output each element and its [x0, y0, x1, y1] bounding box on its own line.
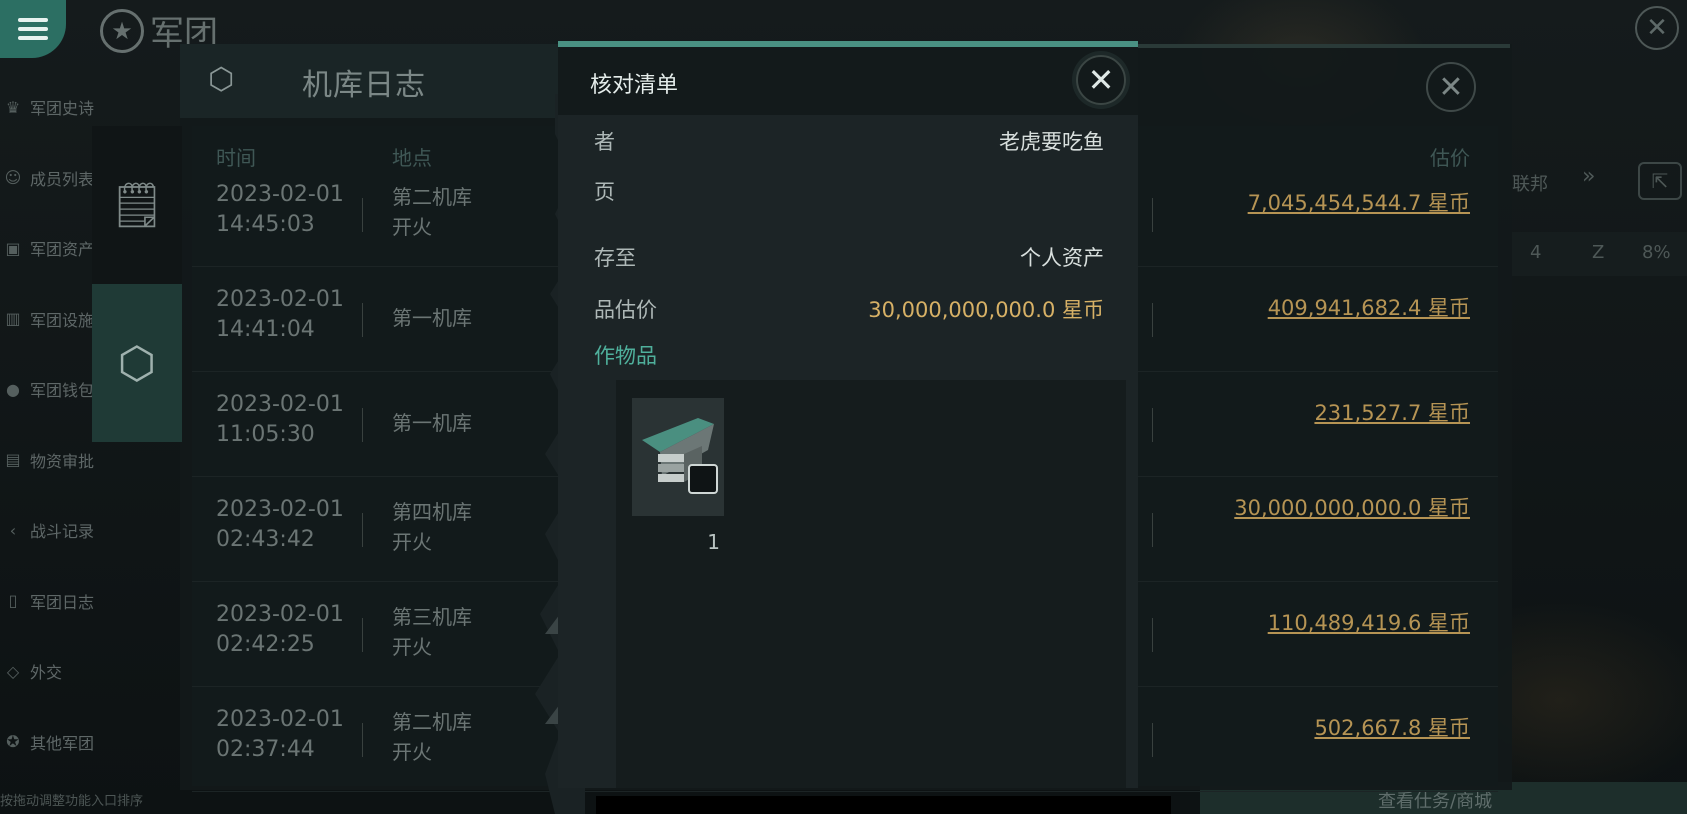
stat-value: Z	[1592, 242, 1605, 263]
row-divider	[1152, 198, 1153, 232]
row-place: 第二机库 开火	[392, 710, 472, 764]
hangar-log-tabs: 🗒 ⬡	[92, 126, 182, 442]
field-value: 老虎要吃鱼	[999, 130, 1104, 154]
stat-value: 8%	[1642, 242, 1671, 263]
field-key: 存至	[594, 246, 636, 270]
row-place: 第二机库 开火	[392, 185, 472, 239]
items-grid: 1	[616, 380, 1126, 788]
crown-icon: ♛	[5, 97, 21, 117]
side-nav-item[interactable]: ▯ 军团日志	[0, 566, 110, 637]
row-price-link[interactable]: 231,527.7 星币	[1314, 398, 1470, 428]
tab-settings-log[interactable]: 🗒	[92, 126, 182, 284]
ship-type-badge-icon	[688, 464, 718, 494]
row-place: 第一机库	[392, 306, 472, 330]
row-time: 2023-02-01 11:05:30	[216, 392, 344, 447]
hamburger-icon	[18, 18, 48, 40]
reorder-hint: 按拖动调整功能入口排序	[0, 794, 144, 809]
row-time: 2023-02-01 14:45:03	[216, 182, 344, 237]
tab-hangar-log[interactable]: ⬡	[92, 284, 182, 442]
battle-icon: ‹	[9, 520, 17, 540]
item-count: 1	[707, 530, 720, 554]
row-divider	[362, 618, 363, 652]
hangar-log-header: ⬡ 机库日志	[180, 44, 570, 118]
hangar-log-close-button[interactable]: ✕	[1426, 62, 1476, 112]
external-link-icon[interactable]: ⇱	[1638, 162, 1682, 200]
row-time: 2023-02-01 02:43:42	[216, 497, 344, 552]
field-key: 品估价	[594, 298, 657, 322]
row-divider	[1152, 408, 1153, 442]
side-nav-item[interactable]: ‹ 战斗记录	[0, 495, 110, 566]
field-value: 个人资产	[1020, 246, 1104, 270]
person-icon: ☺	[4, 168, 22, 188]
log-icon: ▯	[8, 591, 18, 611]
row-price-link[interactable]: 409,941,682.4 星币	[1268, 293, 1470, 323]
bottom-shadow	[596, 796, 1171, 814]
row-place: 第三机库 开火	[392, 605, 472, 659]
faction-label: 联邦	[1512, 174, 1548, 195]
field-destination: 存至 个人资产	[594, 236, 1104, 276]
row-time: 2023-02-01 02:37:44	[216, 707, 344, 762]
field-value: 30,000,000,000.0 星币	[868, 298, 1104, 322]
row-divider	[1152, 618, 1153, 652]
wallet-icon: ●	[6, 379, 20, 399]
stat-strip: 4 Z 8%	[1512, 232, 1687, 276]
field-operator: 者 老虎要吃鱼	[594, 120, 1104, 160]
chart-icon: ▥	[5, 309, 21, 329]
row-divider	[1152, 513, 1153, 547]
side-nav-item[interactable]: ✪ 其他军团	[0, 707, 110, 778]
star-icon: ✪	[6, 732, 20, 752]
approval-icon: ▤	[5, 450, 21, 470]
hangar-cube-icon: ⬡	[208, 62, 235, 97]
row-place: 第四机库 开火	[392, 500, 472, 554]
side-nav-item[interactable]: ◇ 外交	[0, 636, 110, 707]
dialog-header: 核对清单 ✕	[558, 47, 1138, 115]
dialog-title: 核对清单	[590, 73, 679, 98]
field-estimate: 品估价 30,000,000,000.0 星币	[594, 288, 1104, 328]
row-price-link[interactable]: 502,667.8 星币	[1314, 713, 1470, 743]
row-divider	[362, 303, 363, 337]
asset-icon: ▣	[5, 238, 21, 258]
row-divider	[362, 513, 363, 547]
field-key: 者	[594, 130, 615, 154]
items-label: 作物品	[594, 344, 657, 368]
row-time: 2023-02-01 14:41:04	[216, 287, 344, 342]
field-key: 页	[594, 180, 615, 204]
row-divider	[362, 198, 363, 232]
row-place: 第一机库	[392, 411, 472, 435]
field-type: 页	[594, 170, 1104, 210]
item-card[interactable]: 1	[632, 398, 724, 554]
row-divider	[1152, 303, 1153, 337]
double-chevron-icon[interactable]: »	[1582, 164, 1595, 189]
row-divider	[362, 723, 363, 757]
row-price-link[interactable]: 110,489,419.6 星币	[1268, 608, 1470, 638]
hangar-log-title: 机库日志	[302, 68, 426, 103]
star-emblem-icon: ★	[100, 8, 144, 53]
row-divider	[362, 408, 363, 442]
close-icon[interactable]: ✕	[1635, 6, 1679, 50]
checklist-dialog: 核对清单 ✕ 者 老虎要吃鱼 页 存至 个人资产 品估价 30,000,000,…	[558, 41, 1138, 788]
stat-value: 4	[1530, 242, 1542, 263]
row-price-link[interactable]: 7,045,454,544.7 星币	[1248, 188, 1470, 218]
row-time: 2023-02-01 02:42:25	[216, 602, 344, 657]
row-price-link[interactable]: 30,000,000,000.0 星币	[1234, 493, 1470, 523]
row-divider	[1152, 723, 1153, 757]
dialog-close-button[interactable]: ✕	[1076, 55, 1126, 105]
diplomacy-icon: ◇	[6, 661, 20, 681]
